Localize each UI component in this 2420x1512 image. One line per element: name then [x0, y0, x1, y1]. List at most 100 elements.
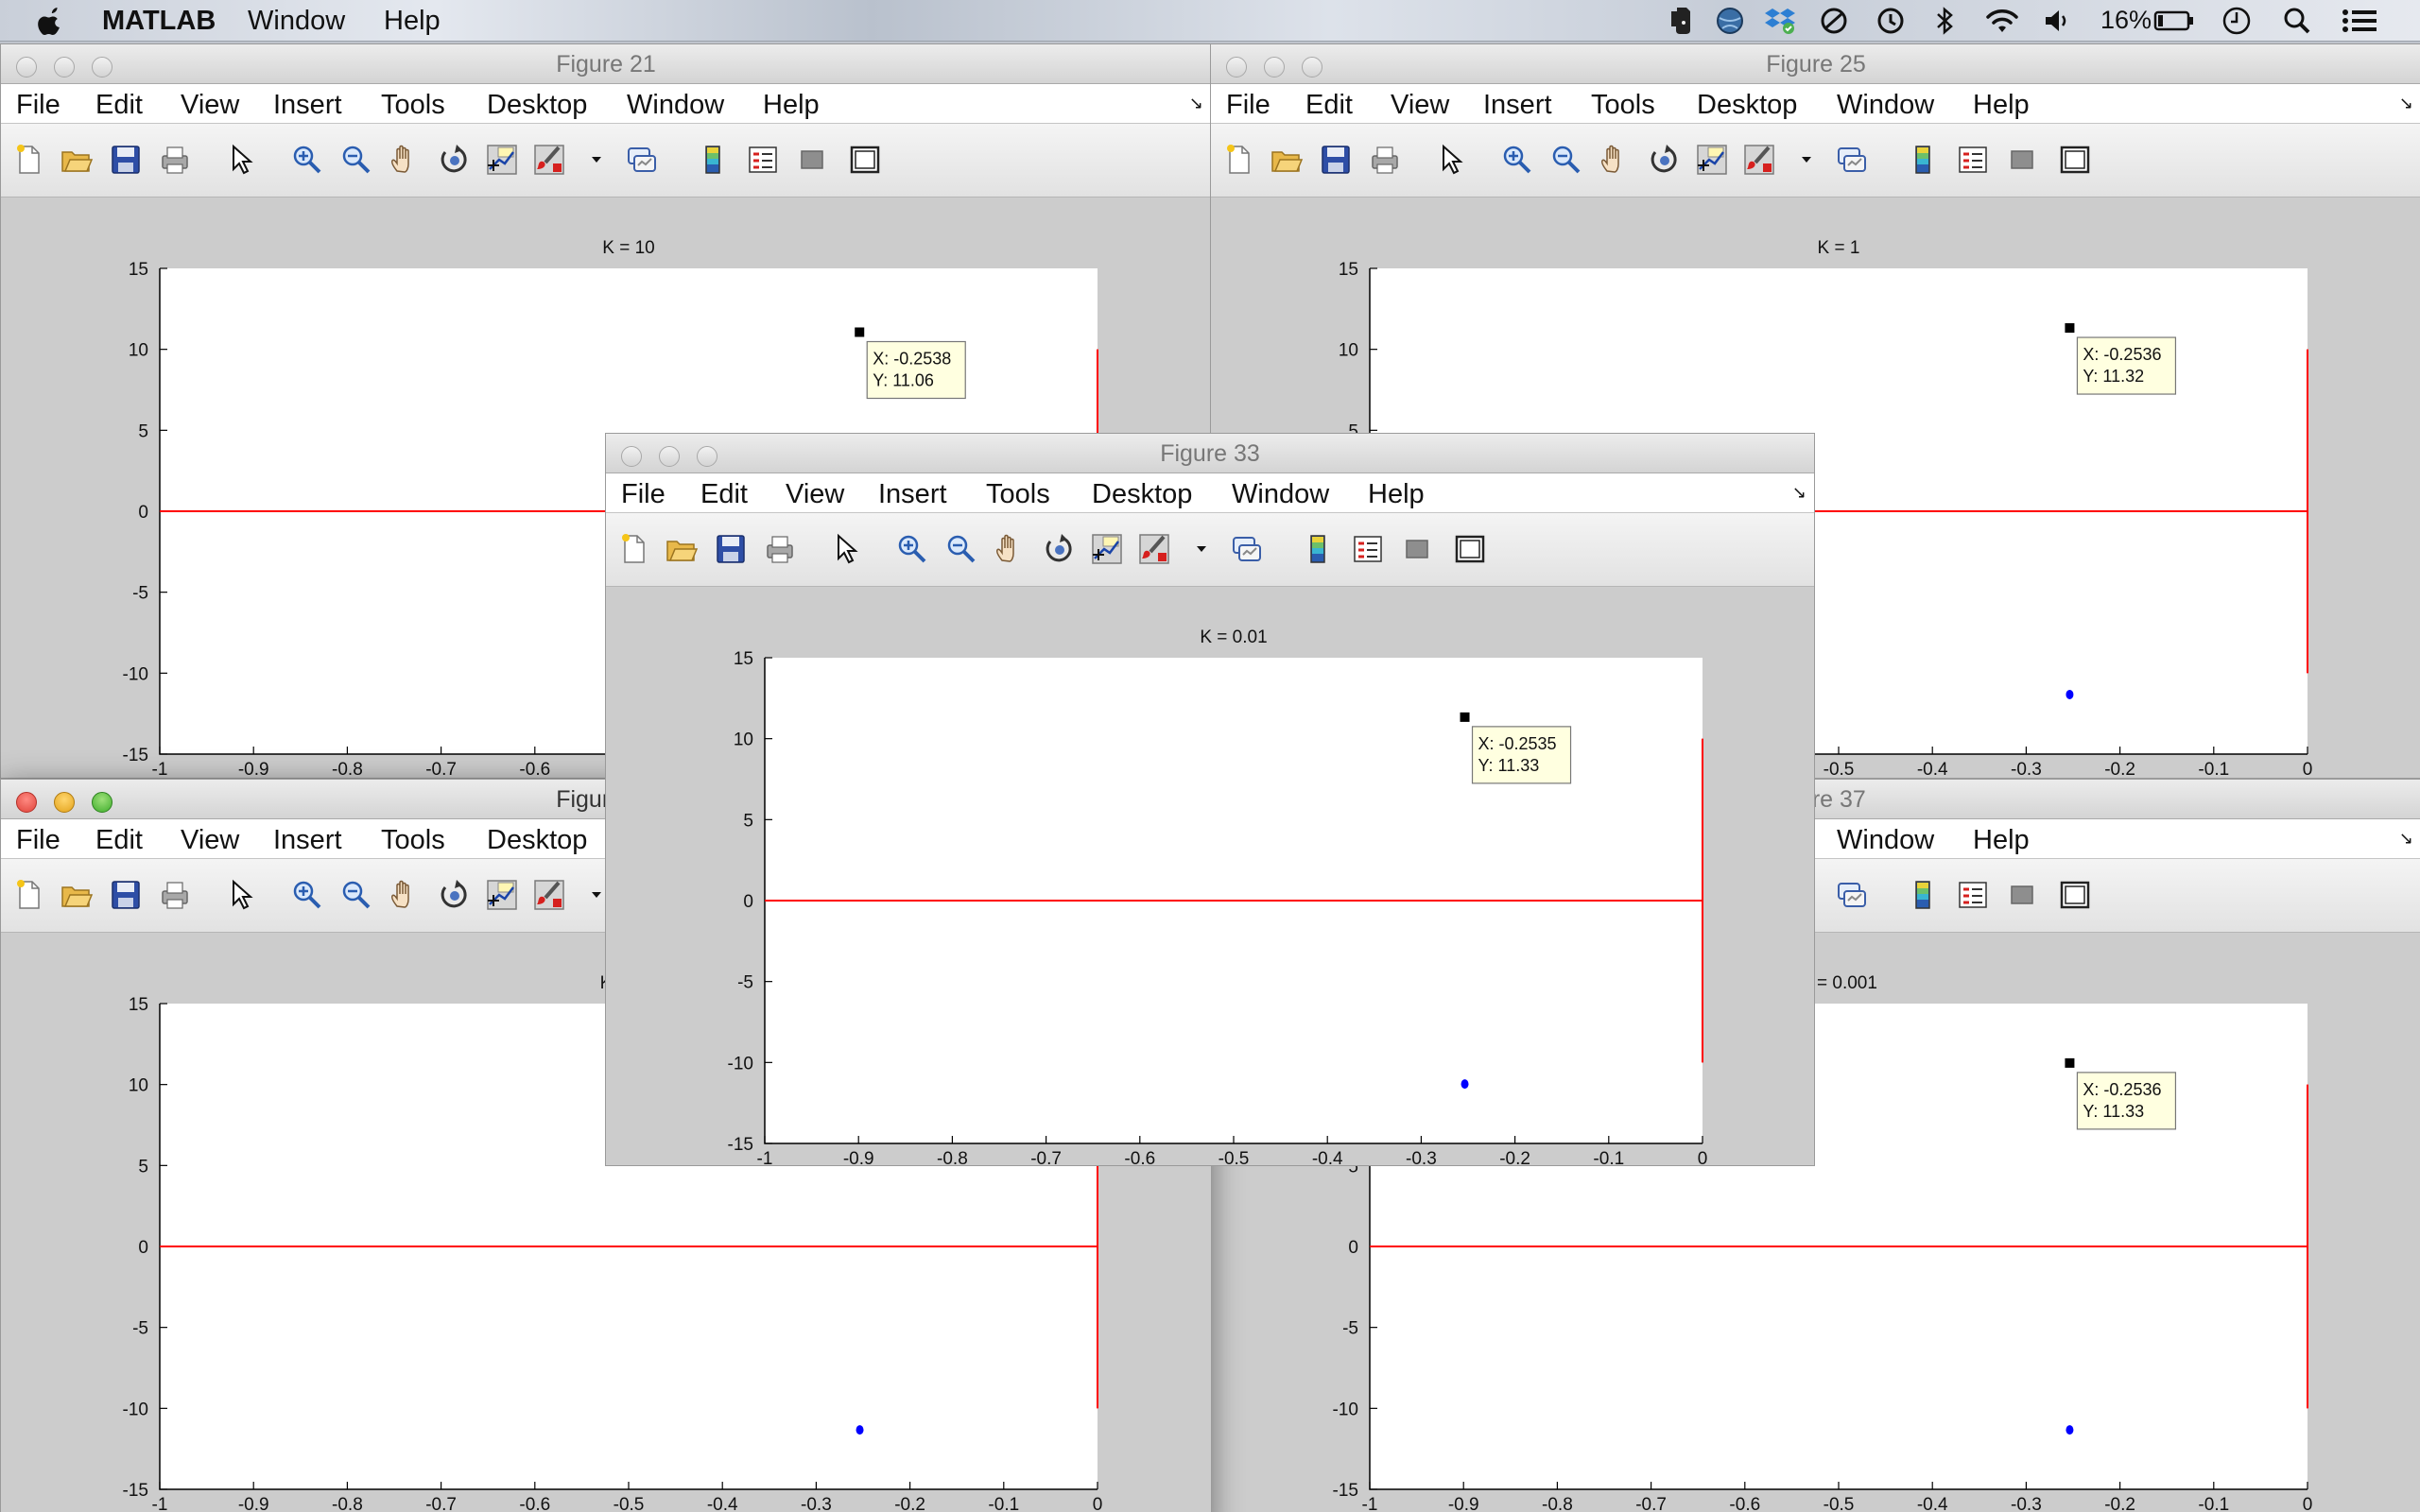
wifi-icon[interactable]	[1983, 6, 2021, 36]
battery-icon[interactable]	[2153, 6, 2195, 36]
menubar-help[interactable]: Help	[384, 6, 441, 37]
zoom-out-icon[interactable]	[339, 878, 373, 912]
insert-colorbar-icon[interactable]	[697, 143, 731, 177]
dropbox-icon[interactable]	[1764, 6, 1796, 36]
link-plot-icon[interactable]	[625, 143, 659, 177]
show-plot-tools-icon[interactable]	[1453, 532, 1487, 566]
dropdown-arrow-icon[interactable]	[579, 143, 614, 177]
insert-colorbar-icon[interactable]	[1907, 878, 1941, 912]
insert-legend-icon[interactable]	[1351, 532, 1385, 566]
data-point-square[interactable]	[855, 327, 865, 337]
apple-logo-icon[interactable]	[36, 6, 64, 36]
volume-icon[interactable]	[2042, 6, 2072, 36]
globe-sync-icon[interactable]	[1715, 6, 1745, 36]
menu-tools[interactable]: Tools	[381, 825, 445, 856]
window-titlebar[interactable]: Figure 21	[1, 44, 1211, 84]
data-cursor-icon[interactable]	[485, 878, 519, 912]
insert-colorbar-icon[interactable]	[1302, 532, 1336, 566]
hide-plot-tools-icon[interactable]	[2005, 878, 2039, 912]
do-not-disturb-icon[interactable]	[1819, 6, 1849, 36]
dock-figure-icon[interactable]: ↘	[1792, 483, 1806, 503]
brush-icon[interactable]	[532, 878, 566, 912]
dock-figure-icon[interactable]: ↘	[1189, 94, 1203, 113]
menu-help[interactable]: Help	[1973, 825, 2030, 856]
save-figure-icon[interactable]	[109, 143, 143, 177]
menu-tools[interactable]: Tools	[986, 479, 1050, 510]
link-plot-icon[interactable]	[1835, 878, 1869, 912]
insert-legend-icon[interactable]	[1956, 878, 1990, 912]
menubar-app-name[interactable]: MATLAB	[102, 6, 216, 37]
menu-file[interactable]: File	[621, 479, 666, 510]
zoom-in-icon[interactable]	[290, 143, 324, 177]
dock-figure-icon[interactable]: ↘	[2399, 94, 2413, 113]
rotate-3d-icon[interactable]	[438, 143, 472, 177]
menu-view[interactable]: View	[181, 90, 239, 121]
print-figure-icon[interactable]	[763, 532, 797, 566]
data-point-dot[interactable]	[2066, 689, 2074, 699]
menu-file[interactable]: File	[16, 90, 60, 121]
save-figure-icon[interactable]	[1319, 143, 1353, 177]
menu-window[interactable]: Window	[1837, 90, 1934, 121]
print-figure-icon[interactable]	[158, 878, 192, 912]
insert-legend-icon[interactable]	[1956, 143, 1990, 177]
data-cursor-icon[interactable]	[1090, 532, 1124, 566]
data-point-square[interactable]	[2065, 323, 2075, 334]
menu-file[interactable]: File	[16, 825, 60, 856]
new-figure-icon[interactable]	[617, 532, 651, 566]
axes[interactable]: K = 0.01 -1 -0.9 -0.8 -0.7 -0.6 -0.5 -0.4 -0.3 -0…	[606, 588, 1815, 1166]
evernote-icon[interactable]	[1666, 6, 1694, 36]
brush-icon[interactable]	[532, 143, 566, 177]
data-cursor-icon[interactable]	[485, 143, 519, 177]
data-cursor-icon[interactable]	[1695, 143, 1729, 177]
data-point-square[interactable]	[2065, 1057, 2075, 1068]
menu-edit[interactable]: Edit	[95, 90, 143, 121]
menu-insert[interactable]: Insert	[1483, 90, 1552, 121]
open-file-icon[interactable]	[665, 532, 699, 566]
print-figure-icon[interactable]	[1368, 143, 1402, 177]
link-plot-icon[interactable]	[1835, 143, 1869, 177]
new-figure-icon[interactable]	[12, 878, 46, 912]
menu-help[interactable]: Help	[763, 90, 820, 121]
data-point-dot[interactable]	[1461, 1079, 1469, 1090]
menu-desktop[interactable]: Desktop	[487, 90, 587, 121]
data-tip[interactable]: X: -0.2538 Y: 11.06	[866, 340, 966, 400]
zoom-in-icon[interactable]	[290, 878, 324, 912]
zoom-out-icon[interactable]	[339, 143, 373, 177]
menu-view[interactable]: View	[181, 825, 239, 856]
new-figure-icon[interactable]	[12, 143, 46, 177]
pan-hand-icon[interactable]	[1599, 143, 1633, 177]
menu-desktop[interactable]: Desktop	[1092, 479, 1192, 510]
menu-desktop[interactable]: Desktop	[1697, 90, 1797, 121]
dock-figure-icon[interactable]: ↘	[2399, 829, 2413, 849]
zoom-in-icon[interactable]	[1500, 143, 1534, 177]
menu-help[interactable]: Help	[1973, 90, 2030, 121]
dropdown-arrow-icon[interactable]	[1184, 532, 1219, 566]
open-file-icon[interactable]	[1270, 143, 1304, 177]
open-file-icon[interactable]	[60, 143, 94, 177]
menu-tools[interactable]: Tools	[1591, 90, 1655, 121]
new-figure-icon[interactable]	[1222, 143, 1256, 177]
show-plot-tools-icon[interactable]	[2058, 878, 2092, 912]
zoom-in-icon[interactable]	[895, 532, 929, 566]
data-point-dot[interactable]	[856, 1425, 864, 1435]
brush-icon[interactable]	[1742, 143, 1776, 177]
pan-hand-icon[interactable]	[389, 878, 423, 912]
data-tip[interactable]: X: -0.2536 Y: 11.32	[2076, 336, 2177, 395]
rotate-3d-icon[interactable]	[438, 878, 472, 912]
menu-edit[interactable]: Edit	[1305, 90, 1353, 121]
show-plot-tools-icon[interactable]	[848, 143, 882, 177]
time-machine-icon[interactable]	[1876, 6, 1906, 36]
edit-plot-arrow-icon[interactable]	[1434, 143, 1468, 177]
show-plot-tools-icon[interactable]	[2058, 143, 2092, 177]
data-point-square[interactable]	[1460, 712, 1470, 722]
insert-colorbar-icon[interactable]	[1907, 143, 1941, 177]
save-figure-icon[interactable]	[109, 878, 143, 912]
data-tip[interactable]: X: -0.2536 Y: 11.33	[2076, 1072, 2177, 1130]
rotate-3d-icon[interactable]	[1648, 143, 1682, 177]
notification-center-icon[interactable]	[2341, 6, 2378, 36]
menu-window[interactable]: Window	[1232, 479, 1329, 510]
menu-insert[interactable]: Insert	[273, 90, 342, 121]
rotate-3d-icon[interactable]	[1043, 532, 1077, 566]
menu-help[interactable]: Help	[1368, 479, 1425, 510]
menu-view[interactable]: View	[1391, 90, 1449, 121]
